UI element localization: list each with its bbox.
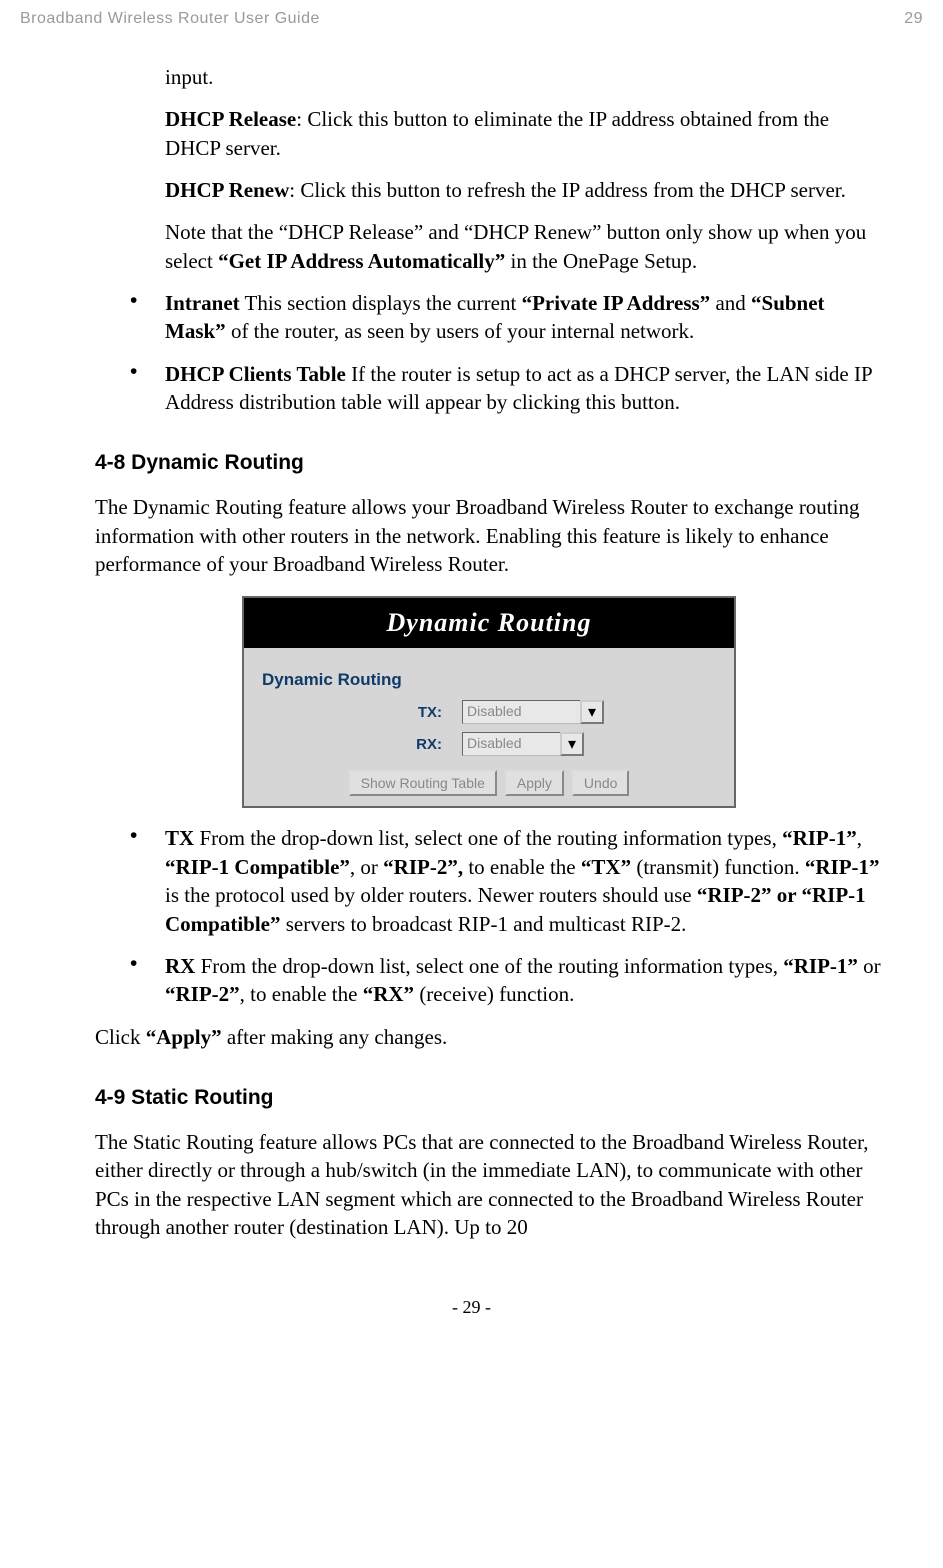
figure-heading: Dynamic Routing xyxy=(262,670,716,690)
dhcp-release-label: DHCP Release xyxy=(165,107,296,131)
tx-select[interactable]: Disabled xyxy=(462,700,582,724)
tx-label: TX: xyxy=(262,704,462,721)
dhcp-renew-label: DHCP Renew xyxy=(165,178,289,202)
bullet-marker: • xyxy=(130,952,165,1009)
bullet-marker: • xyxy=(130,289,165,346)
bullet-marker: • xyxy=(130,360,165,417)
dynamic-routing-figure: Dynamic Routing Dynamic Routing TX: Disa… xyxy=(242,596,736,808)
show-routing-table-button[interactable]: Show Routing Table xyxy=(349,770,497,796)
chevron-down-icon[interactable]: ▾ xyxy=(560,732,584,756)
figure-title: Dynamic Routing xyxy=(244,598,734,648)
apply-note: Click “Apply” after making any changes. xyxy=(95,1023,883,1051)
section-4-9-intro: The Static Routing feature allows PCs th… xyxy=(95,1128,883,1241)
doc-title: Broadband Wireless Router User Guide xyxy=(20,10,320,28)
section-4-8-heading: 4-8 Dynamic Routing xyxy=(95,451,883,475)
dhcp-clients-bullet: DHCP Clients Table If the router is setu… xyxy=(165,360,883,417)
tx-bullet: TX From the drop-down list, select one o… xyxy=(165,824,883,937)
bullet-marker: • xyxy=(130,824,165,937)
note-post: in the OnePage Setup. xyxy=(505,249,697,273)
rx-label: RX: xyxy=(262,736,462,753)
dhcp-renew-text: : Click this button to refresh the IP ad… xyxy=(289,178,846,202)
apply-button[interactable]: Apply xyxy=(505,770,564,796)
trailing-text: input. xyxy=(165,63,883,91)
note-bold: “Get IP Address Automatically” xyxy=(218,249,505,273)
intranet-bullet: Intranet This section displays the curre… xyxy=(165,289,883,346)
page-footer: - 29 - xyxy=(0,1289,943,1326)
chevron-down-icon[interactable]: ▾ xyxy=(580,700,604,724)
rx-select[interactable]: Disabled xyxy=(462,732,562,756)
page-header: Broadband Wireless Router User Guide 29 xyxy=(0,0,943,33)
dhcp-clients-label: DHCP Clients Table xyxy=(165,362,346,386)
dhcp-note-para: Note that the “DHCP Release” and “DHCP R… xyxy=(165,218,883,275)
section-4-9-heading: 4-9 Static Routing xyxy=(95,1086,883,1110)
undo-button[interactable]: Undo xyxy=(572,770,629,796)
page-number-top: 29 xyxy=(904,10,923,28)
page-content: input. DHCP Release: Click this button t… xyxy=(0,33,943,1289)
rx-bullet: RX From the drop-down list, select one o… xyxy=(165,952,883,1009)
dhcp-release-para: DHCP Release: Click this button to elimi… xyxy=(165,105,883,162)
intranet-label: Intranet xyxy=(165,291,240,315)
dhcp-renew-para: DHCP Renew: Click this button to refresh… xyxy=(165,176,883,204)
section-4-8-intro: The Dynamic Routing feature allows your … xyxy=(95,493,883,578)
